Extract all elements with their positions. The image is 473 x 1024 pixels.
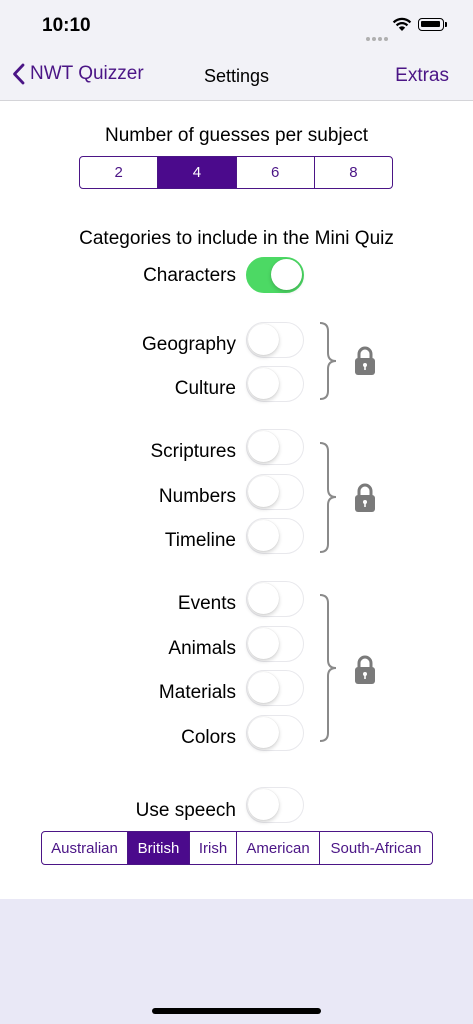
row-label-animals: Animals: [168, 638, 236, 659]
toggle-knob: [248, 583, 279, 614]
settings-content: Number of guesses per subject 2468 Categ…: [0, 101, 473, 899]
home-indicator[interactable]: [152, 1008, 321, 1014]
guesses-segmented-control[interactable]: 2468: [79, 156, 393, 189]
toggle-knob: [248, 324, 279, 355]
toggle-scriptures[interactable]: [246, 429, 304, 465]
row-label-numbers: Numbers: [158, 486, 236, 507]
segment-accent-australian[interactable]: Australian: [42, 832, 127, 864]
toggle-knob: [271, 259, 302, 290]
segment-guesses-4[interactable]: 4: [157, 157, 236, 188]
group-brace-icon: [319, 594, 337, 742]
toggle-numbers[interactable]: [246, 474, 304, 510]
segment-accent-irish[interactable]: Irish: [189, 832, 236, 864]
toggle-knob: [248, 368, 279, 399]
segment-accent-american[interactable]: American: [236, 832, 319, 864]
toggle-colors[interactable]: [246, 715, 304, 751]
row-label-use-speech: Use speech: [135, 800, 236, 821]
toggle-use-speech[interactable]: [246, 787, 304, 823]
row-label-materials: Materials: [158, 682, 236, 703]
categories-title: Categories to include in the Mini Quiz: [79, 228, 394, 249]
accent-segmented-control[interactable]: Australian British Irish American South-Afri…: [41, 831, 433, 865]
row-label-colors: Colors: [181, 727, 236, 748]
toggle-materials[interactable]: [246, 670, 304, 706]
toggle-geography[interactable]: [246, 322, 304, 358]
row-label-timeline: Timeline: [164, 530, 236, 551]
guesses-title: Number of guesses per subject: [105, 125, 368, 146]
lock-icon: [355, 483, 375, 512]
toggle-timeline[interactable]: [246, 518, 304, 554]
status-time: 10:10: [42, 15, 91, 36]
toggle-knob: [248, 789, 279, 820]
toggle-knob: [248, 520, 279, 551]
row-label-culture: Culture: [174, 378, 236, 399]
cellular-signal-icon: [366, 28, 390, 46]
lock-icon: [355, 655, 375, 684]
toggle-knob: [248, 672, 279, 703]
battery-icon: [418, 18, 447, 31]
row-label-events: Events: [177, 593, 236, 614]
toggle-events[interactable]: [246, 581, 304, 617]
toggle-knob: [248, 431, 279, 462]
toggle-knob: [248, 476, 279, 507]
toggle-culture[interactable]: [246, 366, 304, 402]
segment-accent-british[interactable]: British: [127, 832, 189, 864]
row-label-scriptures: Scriptures: [150, 441, 236, 462]
segment-guesses-2[interactable]: 2: [80, 157, 157, 188]
navigation-bar: NWT Quizzer Settings Extras: [0, 52, 473, 101]
toggle-animals[interactable]: [246, 626, 304, 662]
group-brace-icon: [319, 322, 337, 400]
segment-guesses-6[interactable]: 6: [235, 157, 314, 188]
toggle-characters[interactable]: [246, 257, 304, 293]
toggle-knob: [248, 717, 279, 748]
wifi-icon: [392, 17, 412, 31]
segment-guesses-8[interactable]: 8: [313, 157, 392, 188]
extras-button[interactable]: Extras: [395, 65, 449, 87]
row-label-characters: Characters: [143, 265, 236, 286]
toggle-knob: [248, 628, 279, 659]
group-brace-icon: [319, 442, 337, 553]
segment-accent-south-african[interactable]: South-African: [319, 832, 432, 864]
lock-icon: [355, 346, 375, 375]
row-label-geography: Geography: [141, 334, 236, 355]
status-bar: 10:10: [0, 0, 473, 52]
